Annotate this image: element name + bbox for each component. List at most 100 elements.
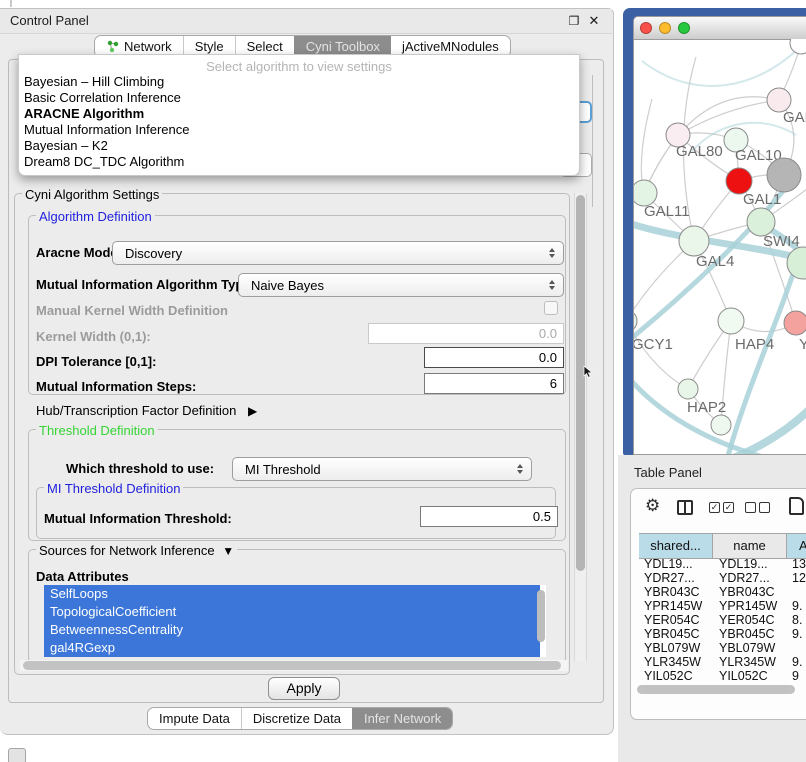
network-node[interactable]	[718, 308, 744, 334]
traffic-light-minimize[interactable]	[659, 22, 671, 34]
table-row[interactable]: YBL079WYBL079W	[639, 641, 806, 655]
algorithm-option[interactable]: Bayesian – K2	[19, 138, 579, 154]
bottom-tabbar: Impute Data Discretize Data Infer Networ…	[147, 707, 453, 730]
network-canvas[interactable]: GALGAL80GAL10GAL1GAL11SWI4GAL4GCY1HAP4YH…	[634, 39, 806, 455]
node-label: GAL11	[644, 203, 690, 220]
table-row[interactable]: YBR043CYBR043C	[639, 585, 806, 599]
network-node[interactable]	[790, 39, 806, 54]
table-cell: YDR27...	[713, 571, 787, 585]
algorithm-option[interactable]: Bayesian – Hill Climbing	[19, 74, 579, 90]
table-cell: YDL19...	[639, 557, 713, 571]
threshold-definition-title: Threshold Definition	[36, 423, 158, 438]
network-node[interactable]	[678, 379, 698, 399]
scrollbar-thumb[interactable]	[637, 685, 795, 694]
traffic-light-zoom[interactable]	[678, 22, 690, 34]
sources-group-title[interactable]: Sources for Network Inference ▼	[36, 543, 237, 558]
deselect-all-icon[interactable]	[759, 502, 770, 513]
table-row[interactable]: YBR045CYBR045C9.	[639, 627, 806, 641]
table-cell: YIL052C	[639, 669, 713, 683]
mi-steps-input[interactable]: 6	[424, 373, 564, 394]
gear-icon[interactable]: ⚙	[645, 496, 660, 516]
node-label: SWI4	[763, 233, 800, 250]
table-cell: YBR043C	[713, 585, 787, 599]
network-node[interactable]	[711, 415, 731, 435]
table-row[interactable]: YDL19...YDL19...13	[639, 557, 806, 571]
aracne-mode-select[interactable]: Discovery	[112, 241, 564, 265]
network-node[interactable]	[679, 226, 709, 256]
kernel-width-input[interactable]: 0.0	[368, 323, 564, 344]
algorithm-option[interactable]: ARACNE Algorithm	[19, 106, 579, 122]
algorithm-option[interactable]: Mutual Information Inference	[19, 122, 579, 138]
split-view-icon[interactable]	[677, 500, 693, 515]
float-window-icon[interactable]: ❐	[566, 13, 582, 29]
which-threshold-select[interactable]: MI Threshold	[232, 457, 532, 481]
node-label: Y	[799, 336, 806, 353]
table-cell: 9	[787, 669, 799, 683]
network-window-frame[interactable]: GALGAL80GAL10GAL1GAL11SWI4GAL4GCY1HAP4YH…	[623, 8, 806, 455]
deselect-all-icon[interactable]	[745, 502, 756, 513]
table-cell: YBL079W	[713, 641, 787, 655]
stepper-icon	[549, 248, 555, 258]
horizontal-scrollbar[interactable]	[20, 660, 568, 671]
network-window: GALGAL80GAL10GAL1GAL11SWI4GAL4GCY1HAP4YH…	[633, 16, 806, 455]
which-threshold-label: Which threshold to use:	[66, 461, 214, 476]
node-label: HAP4	[735, 336, 774, 353]
network-node[interactable]	[767, 158, 801, 192]
algorithm-option[interactable]: Basic Correlation Inference	[19, 90, 579, 106]
expander-arrow-icon: ▶	[248, 404, 257, 418]
hub-expander[interactable]: Hub/Transcription Factor Definition ▶	[36, 403, 257, 418]
table-row[interactable]: YPR145WYPR145W9.	[639, 599, 806, 613]
attribute-item[interactable]: TopologicalCoefficient	[44, 603, 540, 621]
mi-threshold-input[interactable]: 0.5	[420, 506, 558, 527]
tab-infer-network[interactable]: Infer Network	[352, 708, 452, 729]
scrollbar-thumb[interactable]	[23, 661, 561, 670]
mi-type-select[interactable]: Naive Bayes	[238, 273, 564, 297]
algorithm-option[interactable]: Dream8 DC_TDC Algorithm	[19, 154, 579, 170]
vertical-scrollbar[interactable]	[574, 193, 587, 661]
table-cell: 8.	[787, 613, 802, 627]
attribute-item[interactable]: BetweennessCentrality	[44, 621, 540, 639]
mi-threshold-label: Mutual Information Threshold:	[44, 511, 232, 526]
control-panel-title: Control Panel	[10, 13, 89, 28]
column-header-name[interactable]: name	[713, 534, 787, 558]
table-row[interactable]: YER054CYER054C8.	[639, 613, 806, 627]
table-cell: YBR045C	[639, 627, 713, 641]
network-node[interactable]	[787, 247, 806, 279]
mi-steps-label: Mutual Information Steps:	[36, 379, 196, 394]
column-header-partial[interactable]: A	[787, 534, 806, 558]
algorithm-placeholder: Select algorithm to view settings	[19, 55, 579, 74]
dpi-tolerance-input[interactable]: 0.0	[424, 347, 564, 368]
network-node[interactable]	[634, 310, 637, 332]
column-header-shared[interactable]: shared...	[639, 534, 713, 558]
traffic-light-close[interactable]	[640, 22, 652, 34]
table-cell: YER054C	[713, 613, 787, 627]
scrollbar-thumb[interactable]	[576, 195, 585, 571]
table-horizontal-scrollbar[interactable]	[637, 685, 801, 695]
background-groupbox-fragment	[592, 75, 593, 207]
apply-button[interactable]: Apply	[268, 677, 340, 700]
stepper-icon	[549, 280, 555, 290]
taskbar-icon[interactable]	[8, 748, 26, 762]
attribute-item[interactable]: SelfLoops	[44, 585, 540, 603]
tab-discretize-data[interactable]: Discretize Data	[241, 708, 352, 729]
table-cell: YLR345W	[639, 655, 713, 669]
document-icon[interactable]	[789, 497, 804, 515]
close-icon[interactable]: ✕	[586, 13, 602, 29]
table-cell	[787, 641, 792, 655]
table-cell: YER054C	[639, 613, 713, 627]
tab-impute-data[interactable]: Impute Data	[148, 708, 241, 729]
manual-kernel-checkbox[interactable]	[544, 301, 558, 315]
kernel-width-label: Kernel Width (0,1):	[36, 329, 151, 344]
network-titlebar[interactable]	[634, 17, 806, 40]
table-panel: Table Panel ⚙ ✓ ✓ shared... name A YDL19…	[618, 455, 806, 762]
network-node[interactable]	[747, 208, 775, 236]
table-row[interactable]: YDR27...YDR27...12	[639, 571, 806, 585]
network-node[interactable]	[784, 311, 806, 335]
table-row[interactable]: YIL052CYIL052C9	[639, 669, 806, 683]
table-row[interactable]: YLR345WYLR345W9.	[639, 655, 806, 669]
attribute-item[interactable]: gal4RGexp	[44, 639, 540, 657]
table-cell: YBL079W	[639, 641, 713, 655]
list-scrollbar[interactable]	[537, 590, 545, 642]
select-all-icon[interactable]: ✓	[723, 502, 734, 513]
select-all-icon[interactable]: ✓	[709, 502, 720, 513]
